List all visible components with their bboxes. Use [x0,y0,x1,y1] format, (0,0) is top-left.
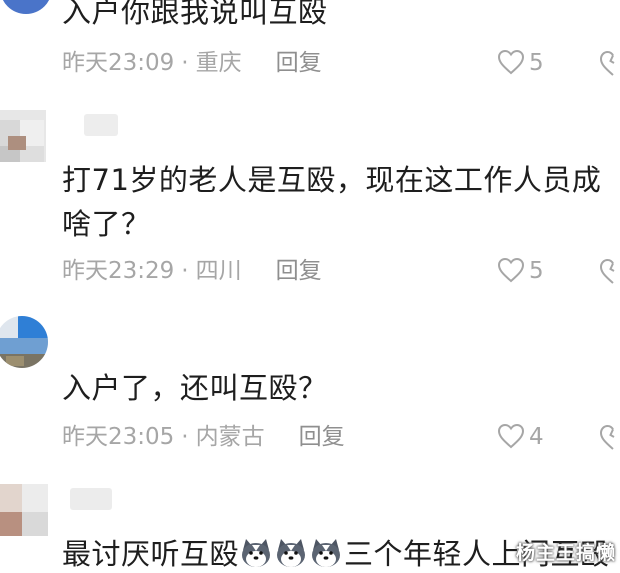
dislike-button[interactable] [598,48,620,78]
avatar[interactable] [0,316,48,368]
like-button[interactable]: 5 [497,48,544,78]
separator: · [181,50,189,76]
dislike-icon [599,424,615,450]
comment-text: 入户了，还叫互殴？ [62,371,328,405]
comment-location: 四川 [195,258,242,284]
comment-text: 入户你跟我说叫互殴 [62,0,328,29]
comment-time: 昨天23:09 [62,50,175,76]
reply-button[interactable]: 回复 [299,422,345,452]
like-count: 5 [529,258,544,284]
avatar[interactable] [0,110,46,162]
like-button[interactable]: 5 [497,256,544,286]
dislike-icon [599,258,615,284]
avatar[interactable] [0,484,48,536]
username-placeholder[interactable] [84,114,118,136]
husky-dog-face-icon [274,536,308,570]
comment-location: 重庆 [195,50,242,76]
husky-dog-face-icon [239,536,273,570]
separator: · [181,424,189,450]
comment-time: 昨天23:05 [62,424,175,450]
comment-list: 入户你跟我说叫互殴 昨天23:09 · 重庆 回复 5 打71岁的老人是互殴，现… [0,0,620,573]
comment-meta: 昨天23:09 · 重庆 回复 [62,48,322,78]
avatar[interactable] [0,0,52,14]
comment-time: 昨天23:29 [62,258,175,284]
husky-dog-face-icon [309,536,343,570]
reply-button[interactable]: 回复 [276,48,322,78]
comment-text: 打71岁的老人是互殴，现在这工作人员成 啥了？ [62,163,602,241]
username-placeholder[interactable] [70,488,112,510]
heart-outline-icon [497,49,525,75]
like-button[interactable]: 4 [497,422,544,452]
comment-meta: 昨天23:29 · 四川 回复 [62,256,322,286]
comment-meta: 昨天23:05 · 内蒙古 回复 [62,422,345,452]
heart-outline-icon [497,257,525,283]
heart-outline-icon [497,423,525,449]
comment-text-part: 最讨厌听互殴 [62,537,240,571]
dislike-button[interactable] [598,422,620,452]
dislike-icon [599,50,615,76]
watermark: 杨主王搞懒 [515,542,616,564]
separator: · [181,258,189,284]
like-count: 5 [529,50,544,76]
comment-location: 内蒙古 [195,424,265,450]
reply-button[interactable]: 回复 [276,256,322,286]
like-count: 4 [529,424,544,450]
dislike-button[interactable] [598,256,620,286]
